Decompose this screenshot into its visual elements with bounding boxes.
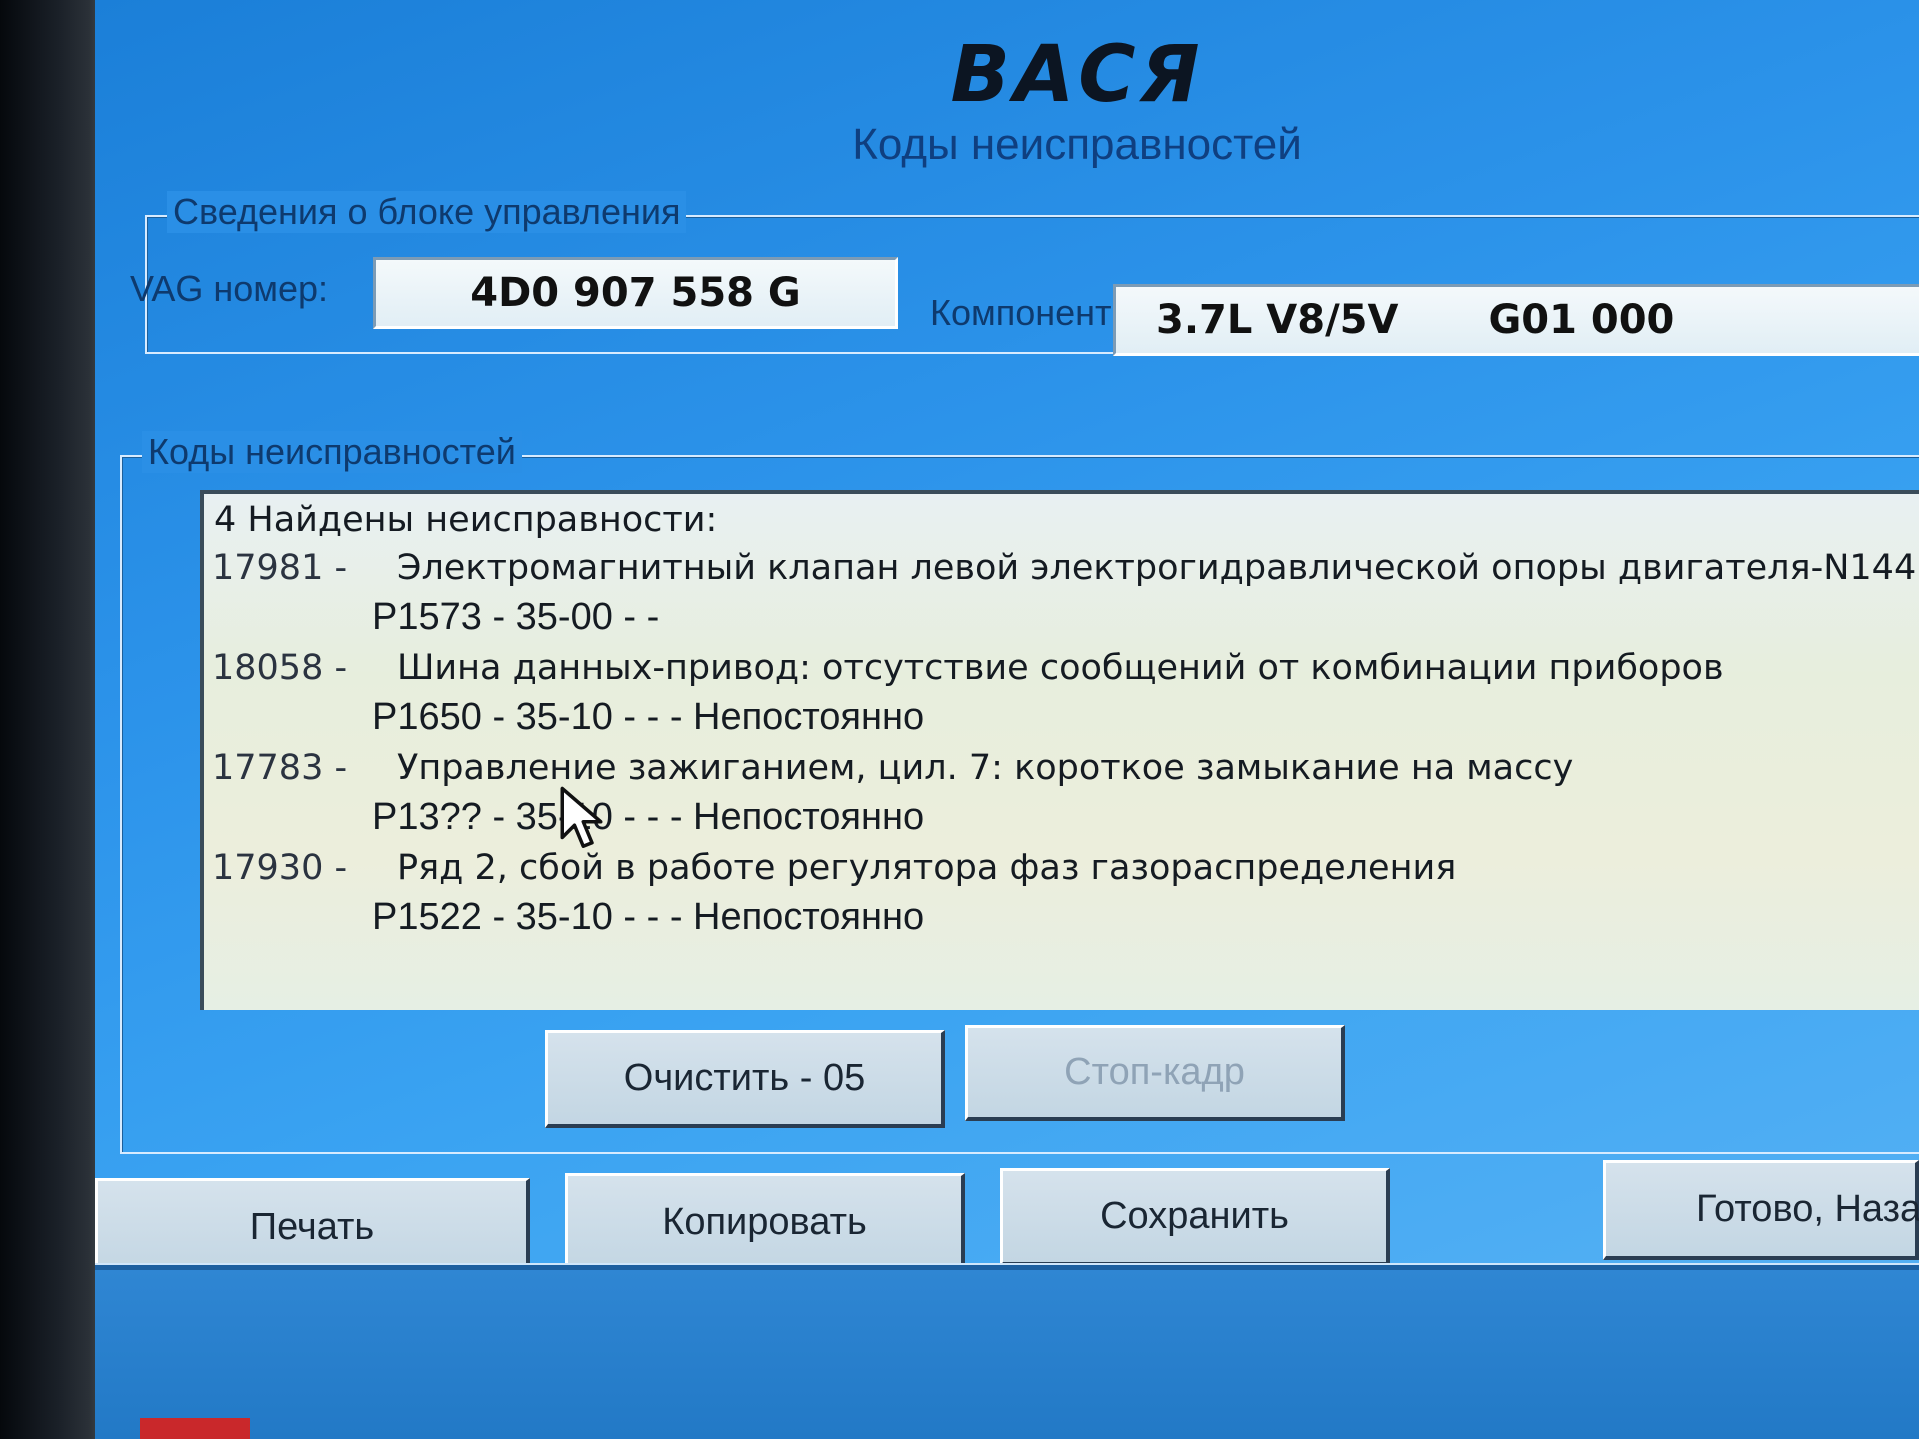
save-button[interactable]: Сохранить bbox=[1000, 1168, 1390, 1266]
fault-entry: 17930 - Ряд 2, сбой в работе регулятора ф… bbox=[212, 848, 1919, 939]
component-field: 3.7L V8/5V G01 000 bbox=[1113, 284, 1919, 356]
fault-code: 18058 - bbox=[212, 648, 348, 688]
fault-code: 17783 - bbox=[212, 748, 348, 788]
fault-detail: P1522 - 35-10 - - - Непостоянно bbox=[372, 896, 925, 938]
mouse-cursor-icon bbox=[560, 786, 603, 848]
print-button[interactable]: Печать bbox=[95, 1178, 530, 1278]
monitor-bezel bbox=[0, 0, 105, 1439]
component-extra-value: G01 000 bbox=[1488, 297, 1675, 343]
fault-detail: P13?? - 35-10 - - - Непостоянно bbox=[372, 796, 925, 838]
fault-codes-legend: Коды неисправностей bbox=[142, 431, 522, 473]
fault-detail: P1650 - 35-10 - - - Непостоянно bbox=[372, 696, 925, 738]
component-label: Компонент: bbox=[930, 292, 1122, 333]
app-title: ВАСЯ bbox=[950, 30, 1204, 120]
vag-number-value: 4D0 907 558 G bbox=[470, 270, 801, 316]
control-unit-info-legend: Сведения о блоке управления bbox=[167, 191, 687, 233]
copy-button[interactable]: Копировать bbox=[565, 1173, 965, 1273]
fault-entry: 17783 - Управление зажиганием, цил. 7: ко… bbox=[212, 748, 1919, 839]
component-value: 3.7L V8/5V bbox=[1156, 297, 1399, 343]
bottom-bar bbox=[95, 1270, 1919, 1439]
vag-number-field: 4D0 907 558 G bbox=[373, 257, 898, 329]
fault-description: Электромагнитный клапан левой электрогид… bbox=[397, 548, 1919, 588]
fault-code: 17930 - bbox=[212, 848, 348, 888]
fault-code: 17981 - bbox=[212, 548, 348, 588]
done-back-button[interactable]: Готово, Наза bbox=[1603, 1160, 1919, 1260]
freeze-frame-button[interactable]: Стоп-кадр bbox=[965, 1025, 1345, 1121]
fault-description: Управление зажиганием, цил. 7: короткое … bbox=[397, 748, 1574, 788]
fault-entry: 18058 - Шина данных-привод: отсутствие со… bbox=[212, 648, 1919, 739]
fault-detail: P1573 - 35-00 - - bbox=[372, 596, 660, 638]
fault-description: Шина данных-привод: отсутствие сообщений… bbox=[397, 648, 1724, 688]
fault-list[interactable]: 4 Найдены неисправности: 17981 - Электром… bbox=[200, 490, 1919, 1010]
vag-number-label: VAG номер: bbox=[130, 268, 329, 309]
fault-count-header: 4 Найдены неисправности: bbox=[214, 500, 718, 540]
fault-entry: 17981 - Электромагнитный клапан левой эле… bbox=[212, 548, 1919, 639]
clear-codes-button[interactable]: Очистить - 05 bbox=[545, 1030, 945, 1128]
screen-subtitle: Коды неисправностей bbox=[852, 120, 1302, 169]
app-window: ВАСЯ Коды неисправностей Сведения о блок… bbox=[95, 0, 1919, 1439]
logo-mark bbox=[140, 1418, 250, 1439]
